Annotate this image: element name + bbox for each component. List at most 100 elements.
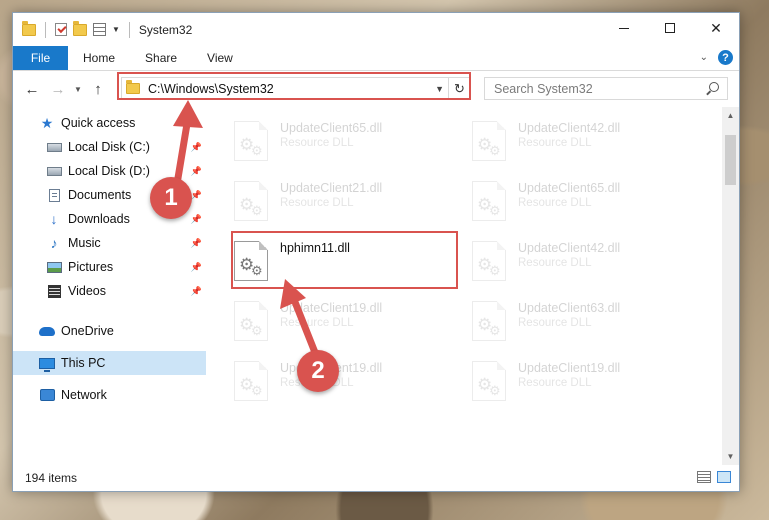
- pin-icon[interactable]: 📌: [191, 286, 202, 297]
- documents-icon: [46, 188, 62, 202]
- dll-file-icon: ⚙ ⚙: [234, 181, 268, 221]
- help-icon[interactable]: ?: [718, 50, 733, 65]
- navigation-pane: ★ Quick access Local Disk (C:) 📌 Local Disk …: [13, 107, 206, 465]
- large-icons-view-icon[interactable]: [717, 471, 731, 483]
- toolbar-divider: [45, 21, 46, 38]
- sidebar-item-this-pc[interactable]: This PC: [13, 351, 206, 375]
- file-name: UpdateClient19.dll: [518, 361, 621, 375]
- pin-icon[interactable]: 📌: [191, 142, 202, 153]
- file-text: UpdateClient42.dll Resource DLL: [518, 121, 620, 149]
- sidebar-item-label: Quick access: [61, 116, 136, 130]
- chevron-down-icon[interactable]: ▼: [112, 25, 120, 34]
- forward-button[interactable]: →: [45, 81, 71, 98]
- drive-icon: [46, 164, 62, 178]
- file-item[interactable]: ⚙ ⚙ UpdateClient42.dll Resource DLL: [466, 233, 692, 289]
- star-icon: ★: [40, 114, 54, 131]
- details-view-icon[interactable]: [697, 471, 711, 483]
- ribbon-tabs: File Home Share View ⌄ ?: [13, 46, 739, 71]
- toolbar-divider: [128, 21, 130, 38]
- properties-icon[interactable]: [93, 23, 106, 36]
- file-item[interactable]: ⚙ ⚙ UpdateClient42.dll Resource DLL: [466, 113, 692, 169]
- search-icon[interactable]: [709, 82, 719, 92]
- file-highlight-box: [231, 231, 458, 289]
- file-text: UpdateClient21.dll Resource DLL: [280, 181, 382, 209]
- file-type: Resource DLL: [518, 197, 592, 209]
- file-item[interactable]: ⚙ ⚙ UpdateClient63.dll Resource DLL: [466, 293, 692, 349]
- file-item[interactable]: ⚙⚙ UpdateClient19.dll Resource DLL: [466, 353, 692, 409]
- file-name: UpdateClient19.dll: [280, 301, 383, 315]
- scroll-up-icon[interactable]: ▲: [722, 107, 739, 124]
- expand-ribbon-icon[interactable]: ⌄: [700, 52, 708, 63]
- minimize-button[interactable]: [601, 13, 647, 43]
- sidebar-item-quick-access[interactable]: ★ Quick access: [13, 111, 206, 135]
- file-item[interactable]: ⚙ ⚙ UpdateClient21.dll Resource DLL: [228, 173, 454, 229]
- up-button[interactable]: ↑: [85, 81, 111, 98]
- close-button[interactable]: ✕: [693, 13, 739, 43]
- network-icon: [39, 388, 55, 402]
- download-icon: ↓: [50, 211, 58, 227]
- close-icon: ✕: [710, 19, 722, 36]
- new-folder-icon[interactable]: [73, 20, 87, 36]
- dll-file-icon: ⚙ ⚙: [234, 301, 268, 341]
- back-button[interactable]: ←: [19, 81, 45, 98]
- this-pc-icon: [39, 356, 55, 372]
- file-text: UpdateClient63.dll Resource DLL: [518, 301, 620, 329]
- dll-file-icon: ⚙ ⚙: [472, 361, 506, 401]
- file-type: Resource DLL: [280, 137, 354, 149]
- sidebar-item-network[interactable]: Network: [13, 383, 206, 407]
- dll-file-icon: ⚙ ⚙: [472, 301, 506, 341]
- search-input[interactable]: Search System32: [494, 82, 593, 96]
- file-name: UpdateClient65.dll: [518, 181, 621, 195]
- file-text: UpdateClient19.dll Resource DLL: [280, 301, 382, 329]
- sidebar-item-onedrive[interactable]: OneDrive: [13, 319, 206, 343]
- tab-home[interactable]: Home: [68, 46, 130, 70]
- sidebar-item-label: Pictures: [68, 260, 114, 274]
- search-box[interactable]: Search System32: [484, 77, 728, 100]
- file-text: UpdateClient65.dll Resource DLL: [518, 181, 620, 209]
- item-count: 194 items: [25, 471, 78, 485]
- dll-file-icon: ⚙ ⚙: [472, 121, 506, 161]
- recent-locations-button[interactable]: ▼: [71, 85, 85, 94]
- music-icon: ♪: [50, 235, 58, 251]
- file-type: Resource DLL: [518, 377, 592, 389]
- pin-icon[interactable]: 📌: [191, 214, 202, 225]
- sidebar-item-videos[interactable]: Videos 📌: [13, 279, 206, 303]
- tab-file[interactable]: File: [13, 46, 68, 70]
- file-item[interactable]: ⚙⚙ UpdateClient19.dll Resource DLL: [228, 293, 454, 349]
- file-type: Resource DLL: [280, 197, 354, 209]
- pin-icon[interactable]: 📌: [191, 190, 202, 201]
- dll-file-icon: ⚙ ⚙: [472, 181, 506, 221]
- sidebar-item-local-disk-c[interactable]: Local Disk (C:) 📌: [13, 135, 206, 159]
- folder-icon: [22, 20, 36, 36]
- sidebar-item-music[interactable]: ♪ Music 📌: [13, 231, 206, 255]
- file-item[interactable]: ⚙ ⚙ UpdateClient65.dll Resource DLL: [466, 173, 692, 229]
- sidebar-item-label: Local Disk (D:): [68, 164, 150, 178]
- tab-share[interactable]: Share: [130, 46, 192, 70]
- dll-file-icon: ⚙ ⚙: [234, 361, 268, 401]
- file-type: Resource DLL: [280, 317, 354, 329]
- maximize-button[interactable]: [647, 13, 693, 43]
- sidebar-item-label: OneDrive: [61, 324, 114, 338]
- sidebar-item-label: Music: [68, 236, 101, 250]
- file-text: UpdateClient19.dll Resource DLL: [518, 361, 620, 389]
- ribbon-right-controls: ⌄ ?: [700, 50, 733, 65]
- sidebar-item-pictures[interactable]: Pictures 📌: [13, 255, 206, 279]
- pin-icon[interactable]: 📌: [191, 238, 202, 249]
- pictures-icon: [46, 260, 62, 274]
- title-bar: ▼ System32 ✕: [13, 13, 739, 46]
- callout-1: 1: [150, 177, 192, 219]
- file-item[interactable]: ⚙⚙UpdateClient19.dllResource DLL: [228, 353, 454, 409]
- vertical-scrollbar[interactable]: ▲ ▼: [722, 107, 739, 465]
- sidebar-item-label: Network: [61, 388, 107, 402]
- file-text: UpdateClient65.dll Resource DLL: [280, 121, 382, 149]
- scroll-down-icon[interactable]: ▼: [722, 448, 739, 465]
- sidebar-item-label: Downloads: [68, 212, 130, 226]
- pin-icon[interactable]: 📌: [191, 166, 202, 177]
- properties-check-icon[interactable]: [55, 23, 67, 36]
- scrollbar-thumb[interactable]: [725, 135, 736, 185]
- file-item[interactable]: ⚙ ⚙ UpdateClient65.dll Resource DLL: [228, 113, 454, 169]
- pin-icon[interactable]: 📌: [191, 262, 202, 273]
- tab-view[interactable]: View: [192, 46, 248, 70]
